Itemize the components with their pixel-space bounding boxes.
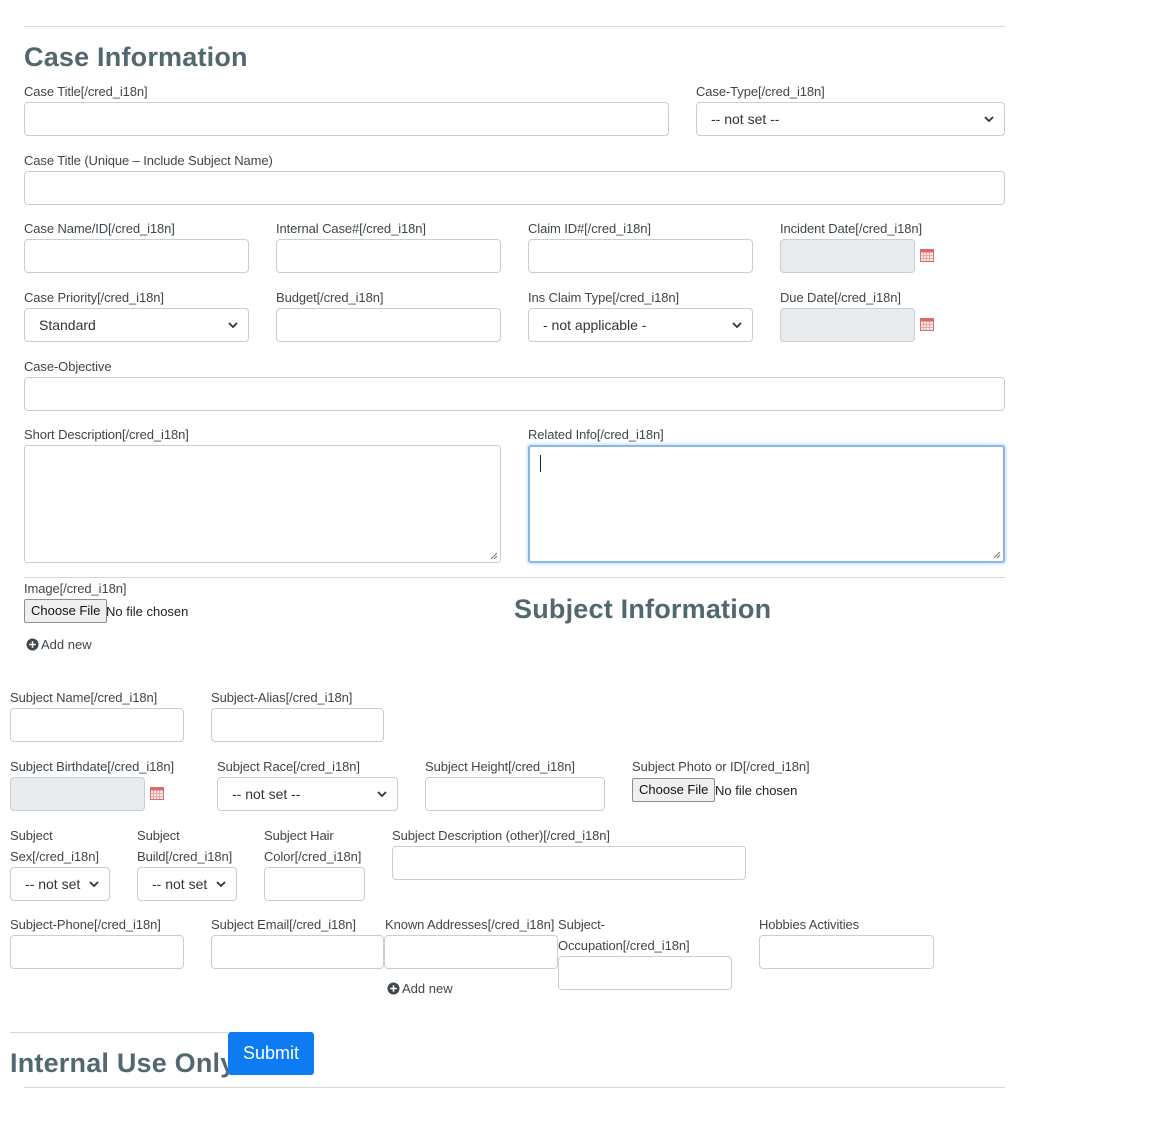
subject-occupation-label-line1: Subject-	[558, 917, 605, 932]
subject-email-input[interactable]	[211, 935, 384, 969]
chevron-down-icon	[216, 881, 226, 888]
known-addresses-input[interactable]	[384, 935, 558, 969]
case-name-label: Case Name/ID[/cred_i18n]	[24, 221, 175, 236]
subject-height-input[interactable]	[425, 777, 605, 811]
subject-photo-choose-file-button[interactable]: Choose File	[632, 778, 716, 802]
subject-section-title: Subject Information	[514, 594, 772, 624]
addresses-add-new-link[interactable]: Add new	[387, 981, 453, 997]
resize-grip-icon[interactable]	[992, 550, 1001, 559]
short-description-textarea[interactable]	[24, 445, 501, 563]
internal-title-rule	[10, 1032, 228, 1033]
case-type-value: -- not set --	[711, 111, 780, 127]
hobbies-label: Hobbies Activities	[759, 917, 860, 932]
subject-name-input[interactable]	[10, 708, 184, 742]
internal-case-label: Internal Case#[/cred_i18n]	[276, 221, 426, 236]
claim-id-input[interactable]	[528, 239, 753, 273]
subject-occupation-input[interactable]	[558, 956, 732, 990]
subject-sex-select[interactable]: -- not set	[10, 867, 110, 901]
case-title-unique-input[interactable]	[24, 171, 1005, 205]
calendar-icon[interactable]	[150, 787, 164, 800]
case-priority-value: Standard	[39, 317, 96, 333]
due-date-input[interactable]	[780, 308, 915, 342]
case-title-input[interactable]	[24, 102, 669, 136]
subject-sex-value: -- not set	[25, 876, 81, 892]
internal-section-title: Internal Use Only	[10, 1048, 236, 1078]
subject-photo-file-status: No file chosen	[715, 783, 798, 798]
known-addresses-label: Known Addresses[/cred_i18n]	[385, 917, 555, 932]
subject-build-value: -- not set	[152, 876, 208, 892]
subject-occupation-label-line2: Occupation[/cred_i18n]	[558, 938, 690, 953]
related-info-textarea[interactable]	[528, 445, 1005, 563]
incident-date-label: Incident Date[/cred_i18n]	[780, 221, 923, 236]
submit-button[interactable]: Submit	[228, 1032, 314, 1075]
subject-race-select[interactable]: -- not set --	[217, 777, 398, 811]
subject-birthdate-label: Subject Birthdate[/cred_i18n]	[10, 759, 175, 774]
subject-build-label-line1: Subject	[137, 828, 180, 843]
incident-date-input[interactable]	[780, 239, 915, 273]
chevron-down-icon	[732, 322, 742, 329]
subject-sex-label-line2: Sex[/cred_i18n]	[10, 849, 99, 864]
image-file-status: No file chosen	[106, 604, 189, 619]
calendar-icon[interactable]	[920, 249, 934, 262]
subject-phone-input[interactable]	[10, 935, 184, 969]
subject-title-rule	[514, 577, 765, 578]
subject-height-label: Subject Height[/cred_i18n]	[425, 759, 575, 774]
short-description-label: Short Description[/cred_i18n]	[24, 427, 189, 442]
subject-phone-label: Subject-Phone[/cred_i18n]	[10, 917, 161, 932]
subject-race-value: -- not set --	[232, 786, 301, 802]
bottom-divider	[24, 1087, 1005, 1088]
add-new-label: Add new	[402, 981, 453, 996]
budget-input[interactable]	[276, 308, 501, 342]
subject-description-input[interactable]	[392, 846, 746, 880]
case-priority-label: Case Priority[/cred_i18n]	[24, 290, 164, 305]
subject-description-label: Subject Description (other)[/cred_i18n]	[392, 828, 610, 843]
add-new-label: Add new	[41, 637, 92, 652]
internal-case-input[interactable]	[276, 239, 501, 273]
budget-label: Budget[/cred_i18n]	[276, 290, 384, 305]
due-date-label: Due Date[/cred_i18n]	[780, 290, 901, 305]
subject-race-label: Subject Race[/cred_i18n]	[217, 759, 360, 774]
subject-alias-label: Subject-Alias[/cred_i18n]	[211, 690, 353, 705]
ins-claim-type-select[interactable]: - not applicable -	[528, 308, 753, 342]
case-type-label: Case-Type[/cred_i18n]	[696, 84, 825, 99]
image-add-new-link[interactable]: Add new	[26, 637, 92, 653]
chevron-down-icon	[984, 116, 994, 123]
subject-photo-label: Subject Photo or ID[/cred_i18n]	[632, 759, 810, 774]
subject-hair-label-line2: Color[/cred_i18n]	[264, 849, 362, 864]
chevron-down-icon	[377, 791, 387, 798]
subject-hair-color-input[interactable]	[264, 867, 365, 901]
image-choose-file-button[interactable]: Choose File	[24, 599, 108, 623]
top-divider	[24, 26, 1005, 27]
case-type-select[interactable]: -- not set --	[696, 102, 1005, 136]
chevron-down-icon	[89, 881, 99, 888]
text-caret	[540, 455, 541, 472]
subject-name-label: Subject Name[/cred_i18n]	[10, 690, 158, 705]
calendar-icon[interactable]	[920, 318, 934, 331]
image-label: Image[/cred_i18n]	[24, 581, 127, 596]
case-priority-select[interactable]: Standard	[24, 308, 249, 342]
case-name-input[interactable]	[24, 239, 249, 273]
related-info-label: Related Info[/cred_i18n]	[528, 427, 664, 442]
subject-alias-input[interactable]	[211, 708, 384, 742]
resize-grip-icon[interactable]	[489, 551, 498, 560]
case-title-label: Case Title[/cred_i18n]	[24, 84, 148, 99]
subject-build-select[interactable]: -- not set	[137, 867, 237, 901]
plus-circle-icon	[26, 638, 39, 651]
hobbies-input[interactable]	[759, 935, 934, 969]
subject-hair-label-line1: Subject Hair	[264, 828, 334, 843]
case-section-title: Case Information	[24, 42, 248, 72]
ins-claim-type-value: - not applicable -	[543, 317, 647, 333]
case-title-unique-label: Case Title (Unique – Include Subject Nam…	[24, 153, 273, 168]
plus-circle-icon	[387, 982, 400, 995]
chevron-down-icon	[228, 322, 238, 329]
claim-id-label: Claim ID#[/cred_i18n]	[528, 221, 651, 236]
subject-email-label: Subject Email[/cred_i18n]	[211, 917, 356, 932]
ins-claim-type-label: Ins Claim Type[/cred_i18n]	[528, 290, 680, 305]
case-objective-label: Case-Objective	[24, 359, 112, 374]
case-objective-input[interactable]	[24, 377, 1005, 411]
subject-build-label-line2: Build[/cred_i18n]	[137, 849, 233, 864]
subject-sex-label-line1: Subject	[10, 828, 53, 843]
subject-birthdate-input[interactable]	[10, 777, 145, 811]
